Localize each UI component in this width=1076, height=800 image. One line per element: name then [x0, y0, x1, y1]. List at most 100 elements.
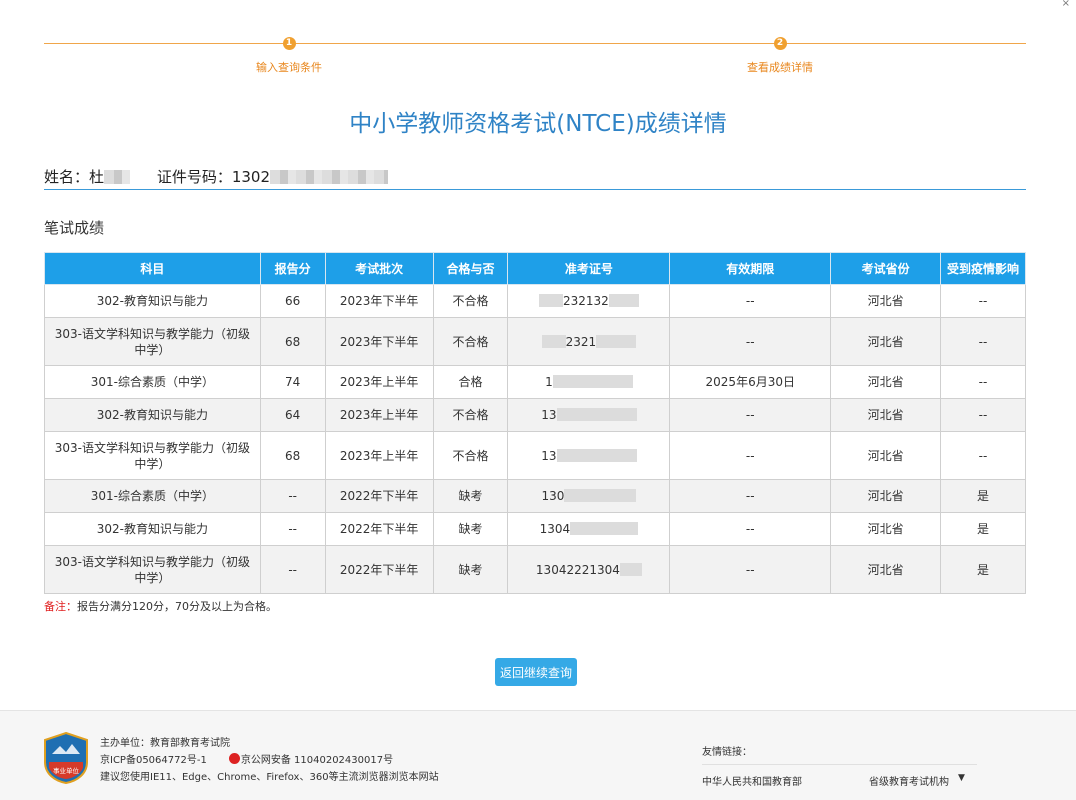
site-footer: 事业单位 主办单位：教育部教育考试院 京ICP备05064772号-1 京公网安备… — [0, 710, 1076, 800]
province-cell: 河北省 — [830, 284, 942, 318]
links-row: 中华人民共和国教育部 省级教育考试机构 ▼ — [702, 773, 977, 789]
covid-cell: -- — [940, 431, 1026, 480]
provincial-exam-select[interactable]: 省级教育考试机构 — [869, 773, 949, 788]
province-cell: 河北省 — [830, 479, 942, 513]
expiry-cell: -- — [669, 317, 832, 366]
ticket-redaction — [596, 334, 637, 348]
score-cell: -- — [259, 512, 326, 546]
expiry-cell: -- — [669, 545, 832, 594]
expiry-cell: 2025年6月30日 — [669, 365, 832, 399]
pass-cell: 缺考 — [432, 512, 509, 546]
name-value: 杜 — [89, 168, 105, 186]
pass-cell: 缺考 — [432, 545, 509, 594]
subject-cell: 302-教育知识与能力 — [44, 284, 261, 318]
score-cell: -- — [259, 479, 326, 513]
covid-cell: 是 — [940, 479, 1026, 513]
police-badge-icon — [228, 753, 240, 764]
id-value: 1302 — [231, 168, 271, 186]
score-cell: 74 — [259, 365, 326, 399]
friendly-links: 友情链接： 中华人民共和国教育部 省级教育考试机构 ▼ — [702, 743, 977, 789]
table-row: 302-教育知识与能力 66 2023年下半年 不合格 232132 -- 河北… — [44, 284, 1026, 318]
province-cell: 河北省 — [830, 398, 942, 432]
ticket-redaction — [564, 489, 637, 502]
ticket-redaction — [552, 375, 633, 388]
expiry-cell: -- — [669, 284, 832, 318]
back-to-query-button[interactable]: 返回继续查询 — [495, 658, 577, 686]
subject-cell: 302-教育知识与能力 — [44, 512, 261, 546]
subject-cell: 303-语文学科知识与教学能力（初级中学） — [44, 317, 261, 366]
table-row: 302-教育知识与能力 64 2023年上半年 不合格 13 -- 河北省 -- — [44, 398, 1026, 432]
subject-cell: 301-综合素质（中学） — [44, 365, 261, 399]
covid-cell: -- — [940, 284, 1026, 318]
name-redaction — [104, 170, 131, 184]
province-cell: 河北省 — [830, 317, 942, 366]
links-title: 友情链接： — [702, 743, 977, 765]
candidate-info: 姓名：杜 证件号码：1302 — [44, 166, 1026, 190]
ticket-value: 232132 — [563, 294, 609, 308]
step-input-conditions: 1 输入查询条件 — [229, 36, 349, 75]
column-header: 准考证号 — [507, 252, 671, 285]
batch-cell: 2022年下半年 — [324, 545, 434, 594]
batch-cell: 2023年下半年 — [324, 284, 434, 318]
ticket-value: 13042221304 — [535, 562, 620, 577]
ticket-redaction — [541, 334, 566, 348]
province-cell: 河北省 — [830, 545, 942, 594]
ticket-cell: 130 — [507, 479, 671, 513]
police-record-link[interactable]: 京公网安备 11040202430017号 — [241, 755, 393, 766]
window-close-icon[interactable]: × — [1062, 0, 1070, 9]
ticket-redaction — [619, 562, 642, 576]
caret-down-icon[interactable]: ▼ — [958, 773, 965, 783]
batch-cell: 2023年上半年 — [324, 398, 434, 432]
ticket-value: 2321 — [565, 334, 597, 349]
score-cell: 68 — [259, 431, 326, 480]
score-detail-page: × 1 输入查询条件 2 查看成绩详情 中小学教师资格考试(NTCE)成绩详情 … — [0, 0, 1076, 800]
subject-cell: 303-语文学科知识与教学能力（初级中学） — [44, 431, 261, 480]
ticket-cell: 2321 — [507, 317, 671, 366]
ticket-cell: 13 — [507, 431, 671, 480]
column-header: 科目 — [44, 252, 261, 285]
icp-link[interactable]: 京ICP备05064772号-1 — [100, 755, 207, 766]
score-cell: 64 — [259, 398, 326, 432]
ticket-cell: 1304 — [507, 512, 671, 546]
note-text: 报告分满分120分，70分及以上为合格。 — [77, 600, 277, 613]
subject-cell: 301-综合素质（中学） — [44, 479, 261, 513]
batch-cell: 2022年下半年 — [324, 479, 434, 513]
ticket-value: 1304 — [539, 522, 571, 536]
expiry-cell: -- — [669, 398, 832, 432]
province-cell: 河北省 — [830, 431, 942, 480]
footer-registration: 京ICP备05064772号-1 京公网安备 11040202430017号 — [100, 752, 439, 769]
step-label: 输入查询条件 — [256, 61, 322, 74]
expiry-cell: -- — [669, 479, 832, 513]
link-ministry-of-education[interactable]: 中华人民共和国教育部 — [702, 773, 802, 788]
ticket-value: 1 — [545, 375, 553, 389]
batch-cell: 2023年上半年 — [324, 365, 434, 399]
step-label: 查看成绩详情 — [747, 61, 813, 74]
score-cell: 66 — [259, 284, 326, 318]
expiry-cell: -- — [669, 431, 832, 480]
public-institution-badge-icon: 事业单位 — [44, 732, 88, 784]
pass-cell: 不合格 — [432, 398, 509, 432]
ticket-redaction — [556, 448, 637, 462]
footer-host: 主办单位：教育部教育考试院 — [100, 738, 230, 749]
note-label: 备注： — [44, 600, 77, 613]
ticket-redaction — [556, 408, 637, 421]
table-row: 301-综合素质（中学） -- 2022年下半年 缺考 130 -- 河北省 是 — [44, 479, 1026, 513]
id-redaction — [270, 170, 389, 184]
pass-cell: 缺考 — [432, 479, 509, 513]
batch-cell: 2023年上半年 — [324, 431, 434, 480]
steps-line — [44, 43, 1026, 44]
subject-cell: 302-教育知识与能力 — [44, 398, 261, 432]
scores-table: 科目 报告分 考试批次 合格与否 准考证号 有效期限 考试省份 受到疫情影响 3… — [44, 252, 1026, 594]
table-row: 301-综合素质（中学） 74 2023年上半年 合格 1 2025年6月30日… — [44, 365, 1026, 399]
table-row: 303-语文学科知识与教学能力（初级中学） 68 2023年上半年 不合格 13… — [44, 431, 1026, 480]
covid-cell: 是 — [940, 545, 1026, 594]
pass-cell: 不合格 — [432, 431, 509, 480]
badge-text: 事业单位 — [53, 766, 80, 775]
column-header: 考试批次 — [324, 252, 434, 285]
column-header: 受到疫情影响 — [940, 252, 1026, 285]
covid-cell: 是 — [940, 512, 1026, 546]
subject-cell: 303-语文学科知识与教学能力（初级中学） — [44, 545, 261, 594]
covid-cell: -- — [940, 365, 1026, 399]
ticket-redaction — [608, 294, 639, 307]
step-number: 1 — [282, 37, 296, 50]
